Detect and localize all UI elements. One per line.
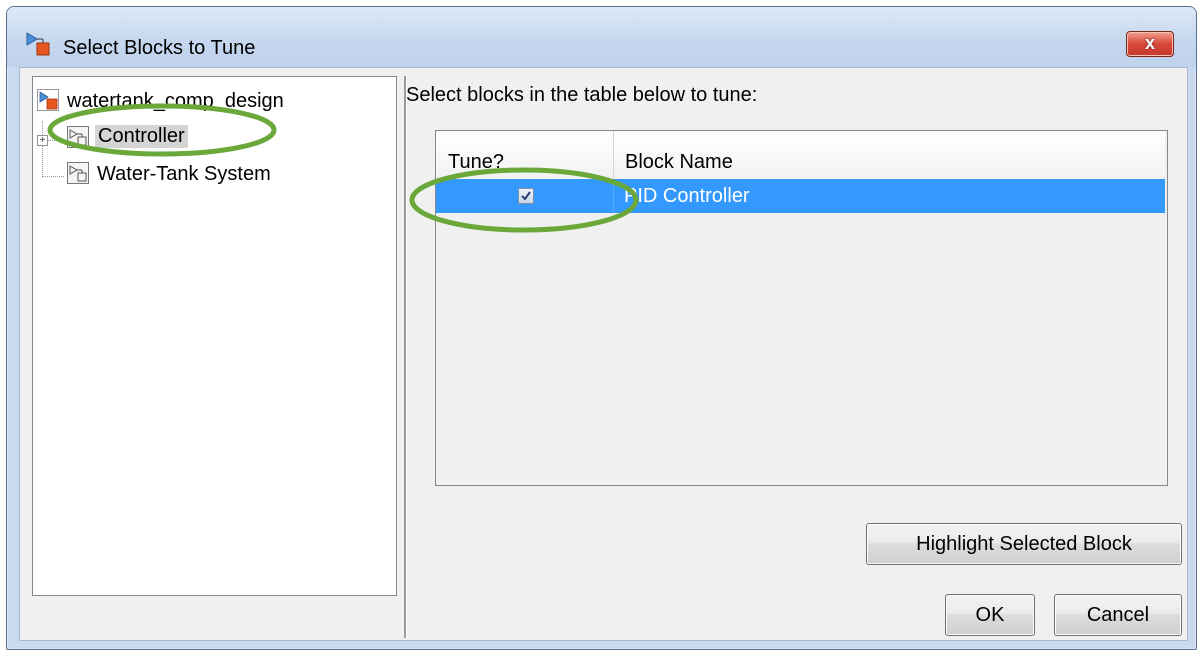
tree-controller-label: Controller: [95, 125, 188, 148]
block-name-cell: PID Controller: [624, 185, 750, 207]
simulink-model-icon: [26, 32, 50, 56]
dialog-window: Select Blocks to Tune x watertank_comp_d…: [6, 6, 1197, 650]
expand-icon[interactable]: +: [37, 135, 48, 146]
tree-water-tank-label: Water-Tank System: [97, 163, 271, 185]
instruction-text: Select blocks in the table below to tune…: [406, 84, 758, 106]
subsystem-icon: [67, 126, 89, 148]
close-icon: x: [1144, 33, 1155, 53]
close-button[interactable]: x: [1126, 31, 1174, 57]
tree-connector: [42, 176, 64, 177]
tree-root-label: watertank_comp_design: [67, 90, 284, 112]
tune-cell[interactable]: [436, 179, 614, 213]
subsystem-icon: [67, 162, 89, 184]
window-title: Select Blocks to Tune: [63, 37, 256, 59]
tune-checkbox[interactable]: [518, 188, 534, 204]
ok-button[interactable]: OK: [945, 594, 1035, 636]
tree-connector: [42, 121, 43, 177]
checkmark-icon: [521, 191, 531, 201]
dialog-body: watertank_comp_design + Controller Water…: [19, 67, 1188, 641]
tree-connector: [47, 140, 65, 141]
model-icon: [37, 89, 59, 111]
model-tree[interactable]: watertank_comp_design + Controller Water…: [32, 76, 397, 596]
blocks-table[interactable]: Tune? Block Name PID Controller: [435, 130, 1168, 486]
table-header: Tune? Block Name: [436, 131, 1165, 180]
table-row[interactable]: PID Controller: [436, 179, 1165, 213]
highlight-selected-block-button[interactable]: Highlight Selected Block: [866, 523, 1182, 565]
title-bar[interactable]: Select Blocks to Tune x: [7, 7, 1196, 67]
cancel-button[interactable]: Cancel: [1054, 594, 1182, 636]
panel-splitter[interactable]: [404, 76, 407, 638]
column-header-block-name[interactable]: Block Name: [613, 131, 1155, 179]
column-header-tune[interactable]: Tune?: [436, 131, 614, 179]
